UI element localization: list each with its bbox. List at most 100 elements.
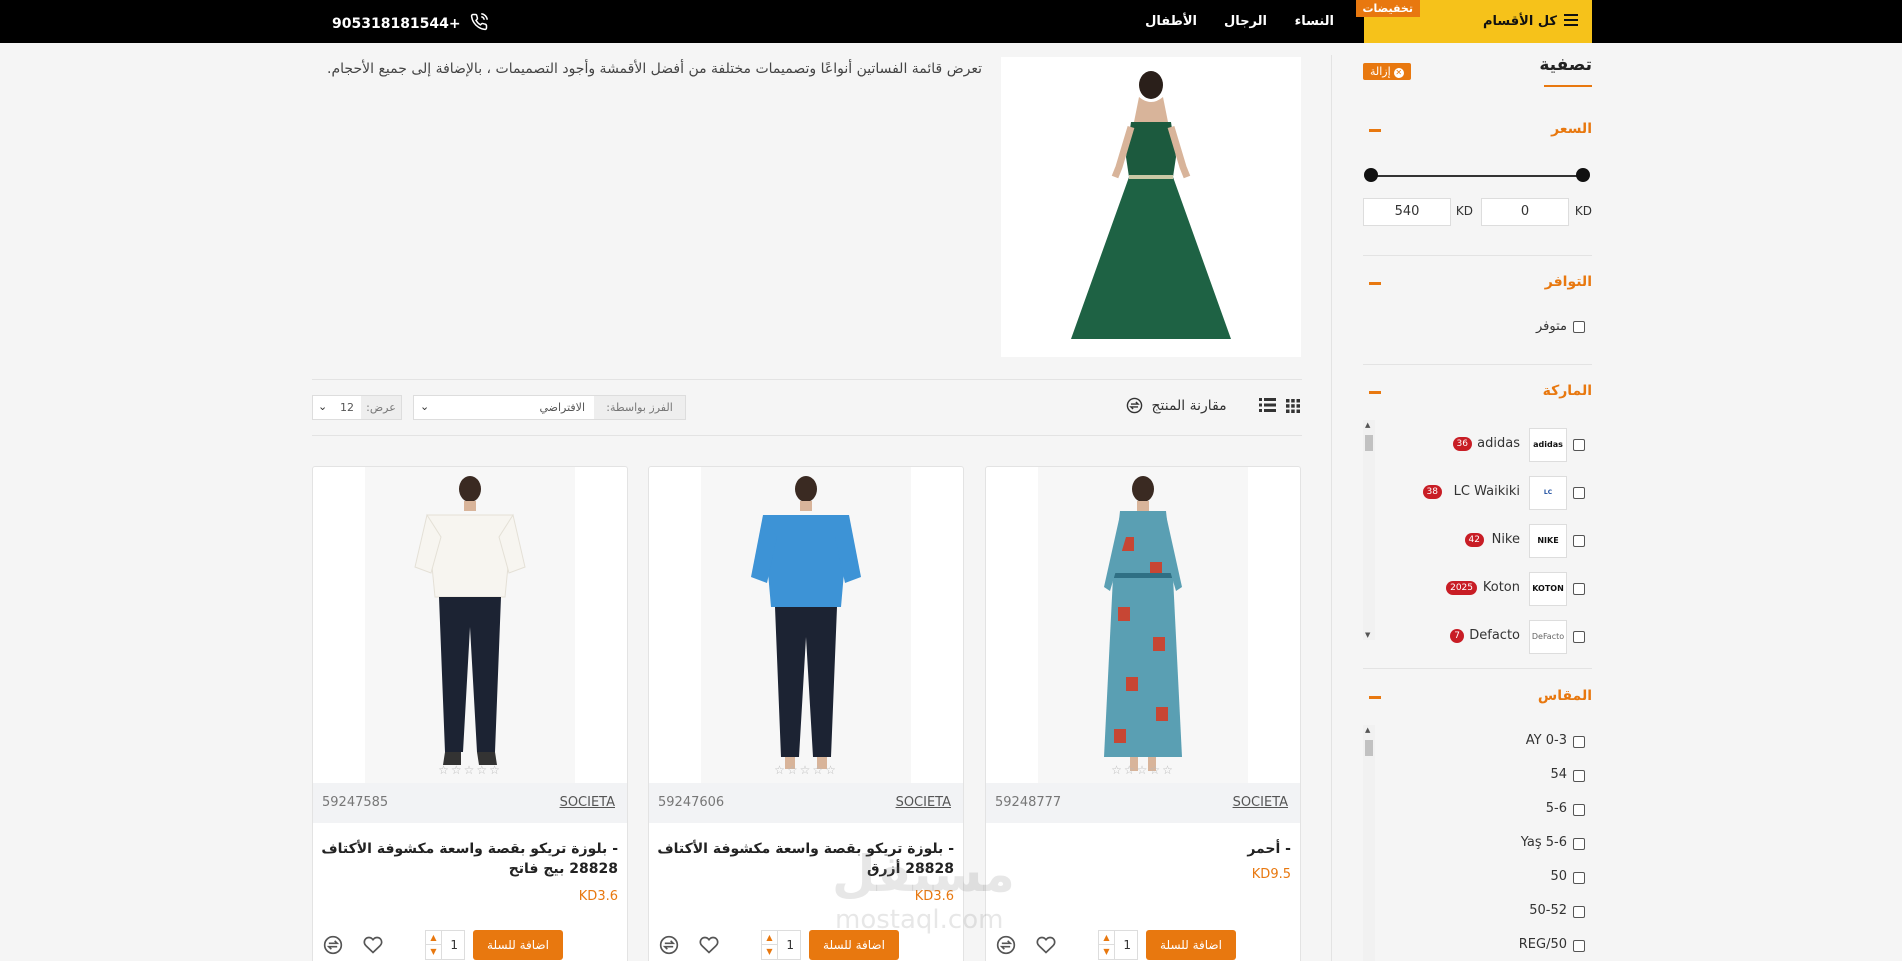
availability-checkbox[interactable] (1573, 321, 1585, 333)
scroll-thumb[interactable] (1365, 740, 1373, 756)
product-meta: SOCIETA 59247585 (313, 783, 627, 823)
brand-checkbox[interactable] (1573, 439, 1585, 451)
collapse-size-icon[interactable] (1369, 696, 1381, 699)
product-image[interactable] (701, 467, 911, 783)
product-price: KD9.5 (1251, 867, 1291, 882)
brand-checkbox[interactable] (1573, 583, 1585, 595)
list-view-icon[interactable] (1259, 398, 1276, 412)
close-icon: ✕ (1393, 68, 1404, 78)
nike-logo-icon: NIKE (1529, 524, 1567, 558)
product-card[interactable]: ☆☆☆☆☆ SOCIETA 59248777 - أحمر KD9.5 اضاف… (985, 466, 1301, 961)
quantity-stepper[interactable]: 1 ▲ ▼ (761, 930, 801, 960)
size-checkbox[interactable] (1573, 804, 1585, 816)
product-name[interactable]: - بلوزة تريكو بقصة واسعة مكشوفة الأكتاف … (320, 839, 618, 879)
all-categories-button[interactable]: كل الأقسام تخفيضات (1355, 0, 1592, 43)
sort-label: الفرز بواسطة: (594, 396, 685, 419)
brand-checkbox[interactable] (1573, 631, 1585, 643)
brand-name: Nike (1491, 532, 1520, 547)
product-card[interactable]: ☆☆☆☆☆ SOCIETA 59247585 - بلوزة تريكو بقص… (312, 466, 628, 961)
chevron-up-icon[interactable]: ▲ (762, 931, 778, 945)
brand-count-badge: 36 (1452, 437, 1472, 451)
toolbar-bottom-divider (312, 435, 1302, 436)
brand-checkbox[interactable] (1573, 487, 1585, 499)
size-checkbox[interactable] (1573, 940, 1585, 952)
quantity-stepper[interactable]: 1 ▲ ▼ (1098, 930, 1138, 960)
compare-icon[interactable] (996, 935, 1016, 955)
chevron-down-icon: ⌄ (420, 400, 430, 413)
sort-select[interactable]: الفرز بواسطة: الافتراضي ⌄ (413, 395, 686, 420)
collapse-availability-icon[interactable] (1369, 282, 1381, 285)
size-label: 5-6 (1545, 801, 1567, 816)
lc-waikiki-logo-icon: LC WAIKIKI (1529, 476, 1567, 510)
chevron-down-icon[interactable]: ▼ (426, 945, 442, 959)
heart-icon[interactable] (363, 935, 383, 955)
price-range-min-handle[interactable] (1364, 168, 1378, 182)
sale-tag[interactable]: تخفيضات (1355, 0, 1420, 17)
nav-men[interactable]: الرجال (1224, 14, 1267, 29)
divider (1363, 364, 1592, 365)
rating-stars: ☆☆☆☆☆ (438, 763, 502, 777)
brand-list-scrollbar[interactable]: ▲ ▼ (1363, 420, 1375, 640)
size-checkbox[interactable] (1573, 872, 1585, 884)
chevron-up-icon[interactable]: ▲ (426, 931, 442, 945)
currency-label: KD (1455, 204, 1473, 218)
nav-women[interactable]: النساء (1295, 14, 1334, 29)
compare-label: مقارنة المنتج (1151, 398, 1227, 414)
category-banner-image (1001, 57, 1301, 357)
brand-checkbox[interactable] (1573, 535, 1585, 547)
brand-name: Defacto (1469, 628, 1520, 643)
quantity-value: 1 (450, 938, 458, 952)
size-checkbox[interactable] (1573, 906, 1585, 918)
price-range-track (1371, 175, 1583, 177)
add-to-cart-button[interactable]: اضافة للسلة (473, 930, 563, 960)
phone-contact[interactable]: 905318181544+ (332, 13, 488, 32)
price-range-max-handle[interactable] (1576, 168, 1590, 182)
phone-icon (470, 13, 488, 31)
divider (1363, 255, 1592, 256)
product-brand-link[interactable]: SOCIETA (896, 795, 951, 810)
toolbar-top-divider (312, 379, 1302, 380)
product-image[interactable] (365, 467, 575, 783)
chevron-down-icon[interactable]: ▼ (1099, 945, 1115, 959)
compare-products-link[interactable]: مقارنة المنتج (1126, 397, 1227, 414)
product-price: KD3.6 (578, 889, 618, 904)
rating-stars: ☆☆☆☆☆ (1111, 763, 1175, 777)
chevron-up-icon[interactable]: ▲ (1099, 931, 1115, 945)
heart-icon[interactable] (699, 935, 719, 955)
product-brand-link[interactable]: SOCIETA (560, 795, 615, 810)
scroll-up-icon[interactable]: ▲ (1365, 421, 1370, 429)
collapse-brand-icon[interactable] (1369, 391, 1381, 394)
size-label: 50 (1550, 869, 1567, 884)
price-max-input[interactable]: 540 (1363, 198, 1451, 226)
quantity-stepper[interactable]: 1 ▲ ▼ (425, 930, 465, 960)
product-name[interactable]: - أحمر (993, 839, 1291, 859)
defacto-logo-icon: DeFacto (1529, 620, 1567, 654)
adidas-logo-icon: adidas (1529, 428, 1567, 462)
brand-name: LC Waikiki (1453, 484, 1520, 499)
scroll-thumb[interactable] (1365, 435, 1373, 451)
reset-filters-button[interactable]: ✕إزالة (1363, 63, 1411, 80)
product-brand-link[interactable]: SOCIETA (1233, 795, 1288, 810)
top-navigation-bar: كل الأقسام تخفيضات النساء الرجال الأطفال… (0, 0, 1902, 43)
price-min-input[interactable]: 0 (1481, 198, 1569, 226)
chevron-down-icon[interactable]: ▼ (762, 945, 778, 959)
grid-view-icon[interactable] (1286, 399, 1300, 413)
heart-icon[interactable] (1036, 935, 1056, 955)
page-size-select[interactable]: عرض: 12 ⌄ (312, 395, 402, 420)
size-label: 54 (1550, 767, 1567, 782)
scroll-down-icon[interactable]: ▼ (1365, 631, 1370, 639)
product-meta: SOCIETA 59248777 (986, 783, 1300, 823)
add-to-cart-button[interactable]: اضافة للسلة (1146, 930, 1236, 960)
product-image[interactable] (1038, 467, 1248, 783)
nav-kids[interactable]: الأطفال (1145, 14, 1197, 29)
scroll-up-icon[interactable]: ▲ (1365, 726, 1370, 734)
collapse-price-icon[interactable] (1369, 129, 1381, 132)
size-checkbox[interactable] (1573, 770, 1585, 782)
size-label: 50-52 (1529, 903, 1567, 918)
size-checkbox[interactable] (1573, 838, 1585, 850)
size-list-scrollbar[interactable]: ▲ (1363, 725, 1375, 961)
size-checkbox[interactable] (1573, 736, 1585, 748)
compare-icon[interactable] (659, 935, 679, 955)
compare-icon[interactable] (323, 935, 343, 955)
brand-heading: الماركة (1542, 383, 1592, 399)
